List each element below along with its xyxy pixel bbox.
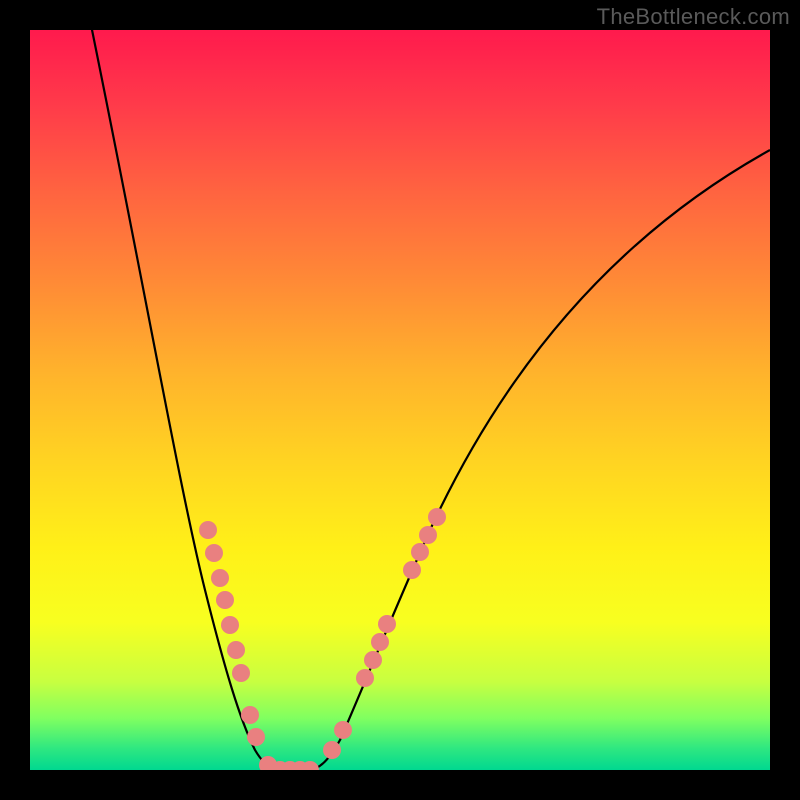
plot-area xyxy=(30,30,770,770)
data-marker xyxy=(227,641,245,659)
data-marker xyxy=(356,669,374,687)
data-marker xyxy=(211,569,229,587)
data-marker xyxy=(371,633,389,651)
data-marker xyxy=(378,615,396,633)
data-marker xyxy=(323,741,341,759)
data-marker xyxy=(199,521,217,539)
data-marker xyxy=(247,728,265,746)
data-marker xyxy=(221,616,239,634)
watermark-text: TheBottleneck.com xyxy=(597,4,790,30)
data-marker xyxy=(216,591,234,609)
data-marker xyxy=(334,721,352,739)
data-marker xyxy=(232,664,250,682)
data-marker xyxy=(241,706,259,724)
data-marker xyxy=(428,508,446,526)
data-marker xyxy=(364,651,382,669)
data-marker xyxy=(411,543,429,561)
series-curve xyxy=(90,30,770,770)
data-marker xyxy=(205,544,223,562)
data-marker xyxy=(403,561,421,579)
chart-container: TheBottleneck.com xyxy=(0,0,800,800)
curve-layer xyxy=(30,30,770,770)
data-marker xyxy=(419,526,437,544)
